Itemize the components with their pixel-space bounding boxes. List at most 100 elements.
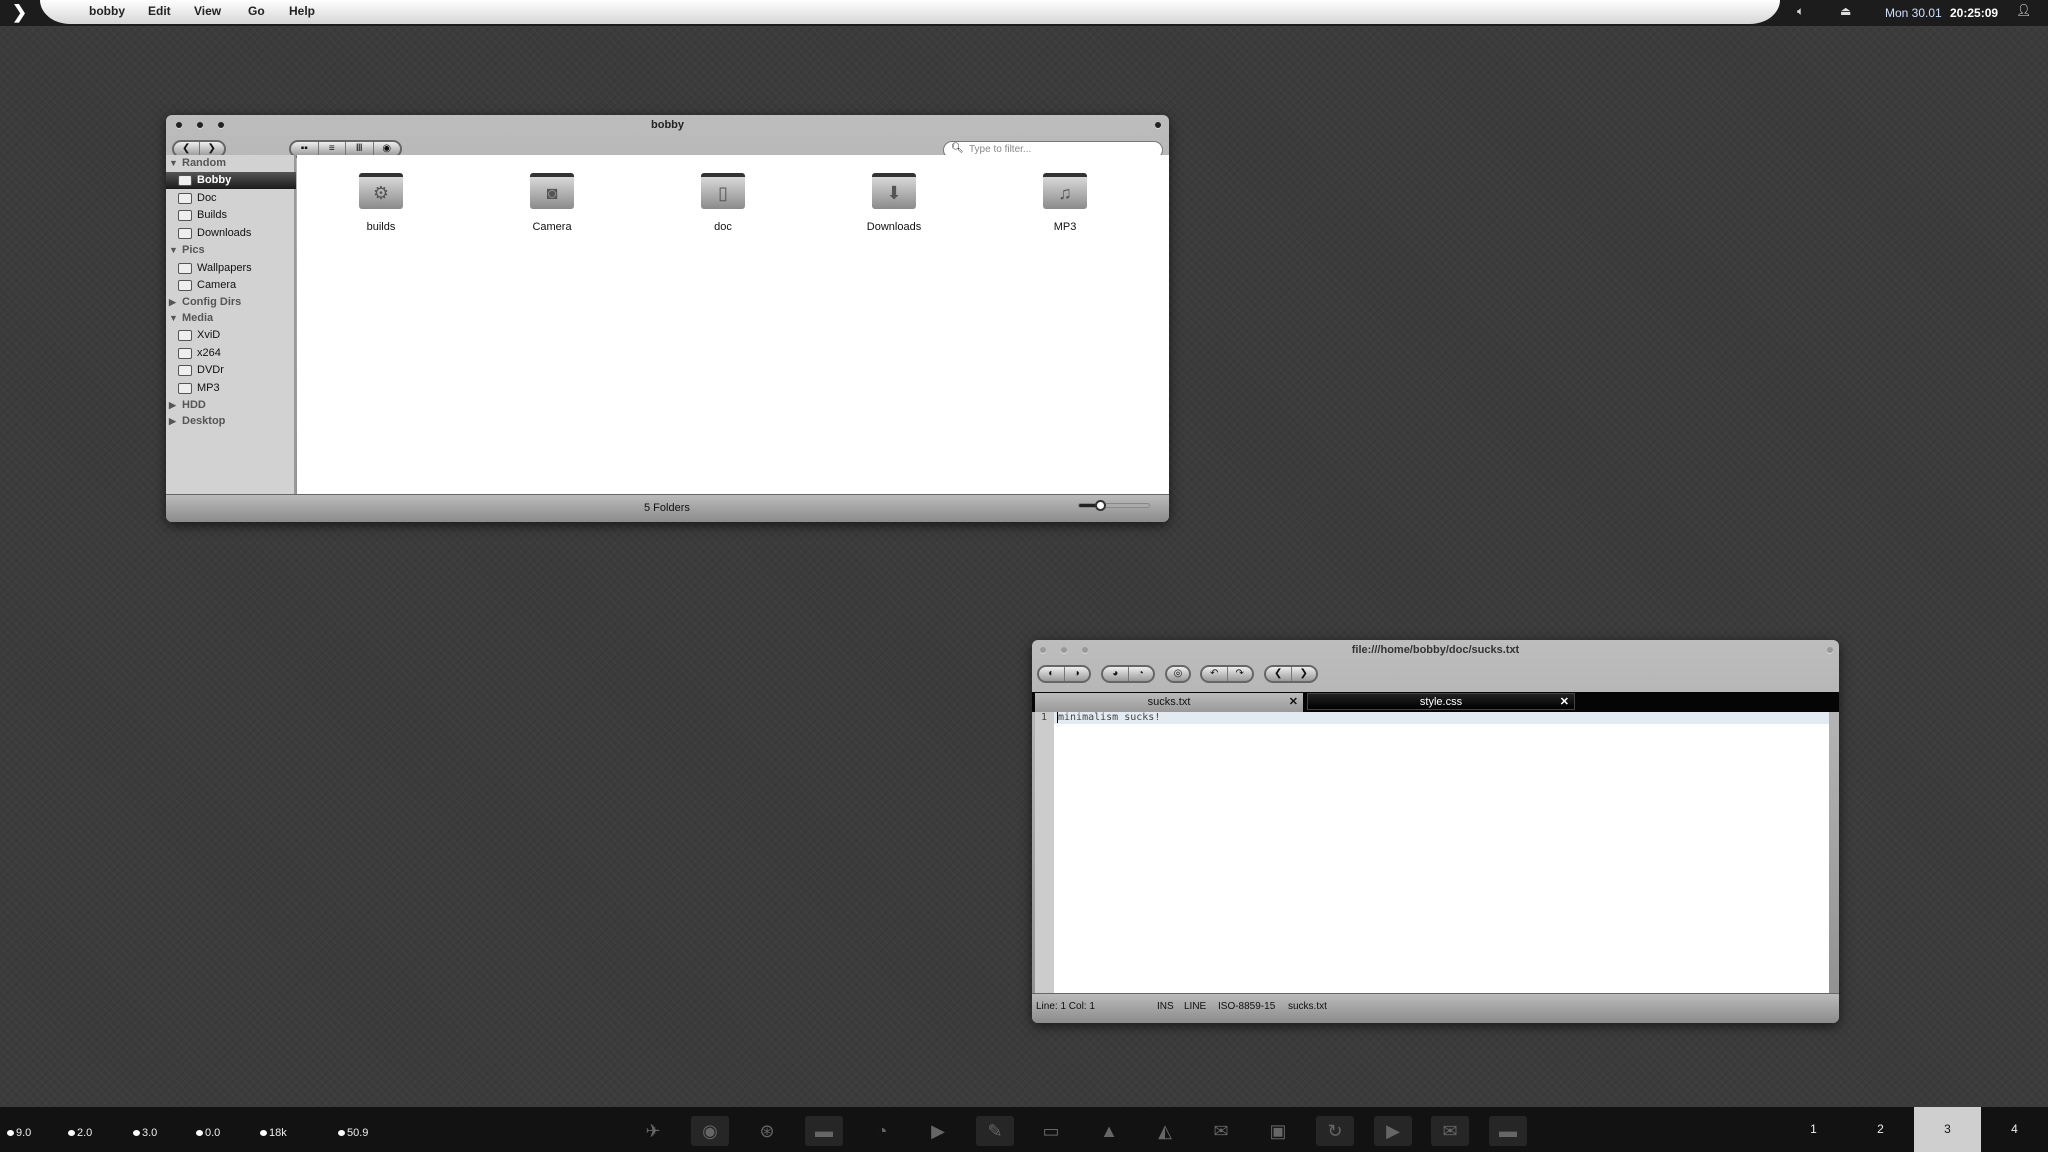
close-tab-icon[interactable]: ✕ xyxy=(1560,694,1569,710)
workspace-1[interactable]: 1 xyxy=(1780,1107,1847,1152)
line-number-gutter xyxy=(1035,712,1054,993)
eject-icon[interactable]: ⏏ xyxy=(1840,4,1851,18)
sidebar-label: Media xyxy=(182,312,214,324)
sidebar-item[interactable]: x264 xyxy=(166,345,296,362)
triangle-down-icon[interactable]: ▼ xyxy=(169,155,178,172)
meter-value: 2.0 xyxy=(77,1127,93,1139)
dock-network-launcher[interactable]: ⊛ xyxy=(748,1116,786,1146)
sidebar-section[interactable]: ▶ Desktop xyxy=(166,413,296,430)
dock-folder-launcher[interactable]: ▬ xyxy=(1489,1116,1527,1146)
folder-item[interactable]: ⬇ Downloads xyxy=(844,173,944,233)
list-view-button[interactable]: ≡ xyxy=(319,142,346,156)
inkscape-icon: ◭ xyxy=(1158,1121,1172,1141)
menu-edit[interactable]: Edit xyxy=(148,4,171,18)
undo-button[interactable]: ↶ xyxy=(1202,667,1228,681)
icon-view-button[interactable]: ▪▪ xyxy=(291,142,319,156)
sidebar-item[interactable]: MP3 xyxy=(166,380,296,397)
dock-play-launcher[interactable]: ▶ xyxy=(919,1116,957,1146)
column-view-button[interactable]: Ⅲ xyxy=(346,142,374,156)
dock-inkscape-launcher[interactable]: ◭ xyxy=(1146,1116,1184,1146)
folder-item[interactable]: ⚙ builds xyxy=(331,173,431,233)
workspace-2[interactable]: 2 xyxy=(1847,1107,1914,1152)
record-button[interactable]: ◎ xyxy=(1165,665,1191,683)
status-bar: 5 Folders xyxy=(166,494,1169,522)
dock-pidgin-launcher[interactable]: ◔ xyxy=(863,1116,901,1146)
forward-button[interactable]: ❯ xyxy=(200,142,225,156)
sidebar-section[interactable]: ▼ Media xyxy=(166,310,296,327)
sidebar-item[interactable]: Doc xyxy=(166,190,296,207)
editor-text-area[interactable]: 1 minimalism sucks! xyxy=(1035,712,1829,993)
dock-thunderbird-launcher[interactable]: ✉ xyxy=(1431,1116,1469,1146)
bird-icon: ✈ xyxy=(645,1121,661,1141)
meter-value: 18k xyxy=(269,1127,287,1139)
dock-play-launcher[interactable]: ▶ xyxy=(1374,1116,1412,1146)
menu-help[interactable]: Help xyxy=(289,4,315,18)
folder-item[interactable]: ▯ doc xyxy=(673,173,773,233)
triangle-right-icon[interactable]: ▶ xyxy=(169,413,176,430)
user-icon[interactable]: 👤︎ xyxy=(2016,3,2031,17)
triangle-right-icon[interactable]: ▶ xyxy=(169,397,176,414)
sidebar-item[interactable]: Bobby xyxy=(166,172,296,189)
new-file-button[interactable]: ◐ xyxy=(1039,667,1065,681)
dock-chat-launcher[interactable]: ▭ xyxy=(1032,1116,1070,1146)
dock-vlc-launcher[interactable]: ▲ xyxy=(1090,1116,1128,1146)
dock-thunderbird-launcher[interactable]: ✉ xyxy=(1202,1116,1240,1146)
zoom-slider-handle[interactable] xyxy=(1095,500,1107,511)
previous-button[interactable]: ❮ xyxy=(1266,667,1292,681)
meter-icon xyxy=(133,1130,140,1136)
sidebar-label: x264 xyxy=(197,347,221,359)
dock-editor-launcher[interactable]: ✎ xyxy=(976,1116,1014,1146)
music-icon: ♫ xyxy=(1043,173,1087,209)
workspace-3[interactable]: 3 xyxy=(1914,1107,1981,1152)
tab-style-css[interactable]: style.css ✕ xyxy=(1307,693,1575,710)
sidebar-item[interactable]: DVDr xyxy=(166,362,296,379)
vlc-icon: ▲ xyxy=(1100,1121,1118,1141)
dock-terminal-launcher[interactable]: ▣ xyxy=(1259,1116,1297,1146)
save-button[interactable]: ◕ xyxy=(1103,667,1129,681)
system-meter: 3.0 xyxy=(133,1127,157,1139)
workspace-4[interactable]: 4 xyxy=(1981,1107,2048,1152)
dock-bird-launcher[interactable]: ✈ xyxy=(634,1116,672,1146)
triangle-down-icon[interactable]: ▼ xyxy=(169,310,178,327)
sidebar-item[interactable]: XviD xyxy=(166,327,296,344)
open-file-button[interactable]: ◑ xyxy=(1065,667,1090,681)
text-editor-window: file:///home/bobby/doc/sucks.txt ◐ ◑ ◕ ◔ ◎… xyxy=(1032,640,1839,1023)
sidebar-section[interactable]: ▶ HDD xyxy=(166,397,296,414)
sidebar-section[interactable]: ▼ Random xyxy=(166,155,296,172)
next-button[interactable]: ❯ xyxy=(1292,667,1317,681)
menu-bobby[interactable]: bobby xyxy=(89,4,125,18)
redo-button[interactable]: ↷ xyxy=(1228,667,1253,681)
sidebar-label: Random xyxy=(182,157,226,169)
line-text: minimalism sucks! xyxy=(1057,712,1161,723)
sidebar-item[interactable]: Builds xyxy=(166,207,296,224)
sidebar: ▼ Random Bobby Doc Builds Downloads ▼ Pics Wallp… xyxy=(166,155,296,494)
folder-icon xyxy=(178,348,192,359)
bottom-panel: 9.0 2.0 3.0 0.0 18k 50.9 ✈ ◉ ⊛ ▬ ◔ ▶ ✎ ▭ ▲ ◭ ✉ ▣ ↻ ▶ ✉ ▬ 1 2 3 4 xyxy=(0,1107,2048,1152)
folder-item[interactable]: ♫ MP3 xyxy=(1015,173,1115,233)
menu-view[interactable]: View xyxy=(194,4,221,18)
menu-go[interactable]: Go xyxy=(248,4,265,18)
dock-folder-launcher[interactable]: ▬ xyxy=(805,1116,843,1146)
save-as-button[interactable]: ◔ xyxy=(1129,667,1154,681)
dock-sync-launcher[interactable]: ↻ xyxy=(1316,1116,1354,1146)
app-launcher-icon[interactable]: ❯ xyxy=(12,2,36,22)
system-meter: 9.0 xyxy=(7,1127,31,1139)
sidebar-section[interactable]: ▶ Config Dirs xyxy=(166,294,296,311)
tab-sucks-txt[interactable]: sucks.txt ✕ xyxy=(1035,693,1303,712)
triangle-right-icon[interactable]: ▶ xyxy=(169,294,176,311)
sidebar-item[interactable]: Wallpapers xyxy=(166,260,296,277)
triangle-down-icon[interactable]: ▼ xyxy=(169,242,178,259)
sidebar-section[interactable]: ▼ Pics xyxy=(166,242,296,259)
zoom-slider[interactable] xyxy=(1078,500,1150,511)
sidebar-item[interactable]: Downloads xyxy=(166,225,296,242)
sidebar-item[interactable]: Camera xyxy=(166,277,296,294)
close-tab-icon[interactable]: ✕ xyxy=(1289,693,1298,712)
volume-icon[interactable]: 🔈︎ xyxy=(1797,4,1804,19)
preview-button[interactable]: ◉ xyxy=(374,142,401,156)
menu-bar: bobby Edit View Go Help xyxy=(40,0,1780,24)
folder-item[interactable]: ◙ Camera xyxy=(502,173,602,233)
back-button[interactable]: ❮ xyxy=(174,142,200,156)
chat-icon: ▭ xyxy=(1042,1121,1060,1141)
dock-firefox-launcher[interactable]: ◉ xyxy=(691,1116,729,1146)
folder-view: ⚙ builds ◙ Camera ▯ doc ⬇ Downloads ♫ MP3 xyxy=(297,155,1169,494)
